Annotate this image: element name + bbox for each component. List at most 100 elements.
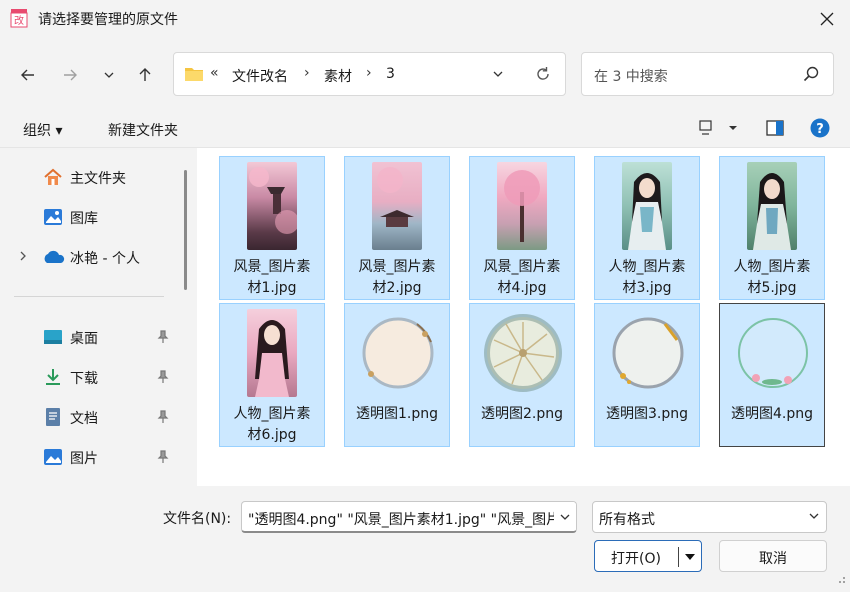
split-divider bbox=[678, 547, 679, 567]
refresh-button[interactable] bbox=[534, 65, 552, 87]
filename-dropdown[interactable] bbox=[554, 502, 576, 531]
back-button[interactable] bbox=[13, 60, 43, 90]
thumbnail bbox=[247, 309, 297, 397]
pin-icon[interactable] bbox=[157, 330, 169, 348]
file-name: 风景_图片素 材2.jpg bbox=[358, 259, 436, 296]
sidebar-item-pictures[interactable]: 图片 bbox=[0, 440, 176, 474]
file-item[interactable]: 人物_图片素 材6.jpg bbox=[219, 303, 325, 447]
search-icon[interactable] bbox=[803, 66, 819, 86]
sidebar-item-label: 图库 bbox=[70, 211, 98, 227]
close-button[interactable] bbox=[804, 0, 850, 38]
file-list: 风景_图片素 材1.jpg 风景_图片素 材2.jpg 风景_图片素 材4.jpg 人… bbox=[197, 148, 850, 486]
sidebar-item-documents[interactable]: 文档 bbox=[0, 400, 176, 434]
sidebar-item-label: 桌面 bbox=[70, 331, 98, 347]
pictures-icon bbox=[43, 447, 63, 467]
filename-value[interactable]: "透明图4.png" "风景_图片素材1.jpg" "风景_图片素材2.jpg" bbox=[248, 509, 576, 529]
thumbnail bbox=[357, 312, 439, 394]
chevron-down-icon bbox=[683, 547, 697, 567]
thumbnail bbox=[497, 162, 547, 250]
address-overflow[interactable]: « bbox=[210, 65, 219, 81]
new-folder-button[interactable]: 新建文件夹 bbox=[108, 120, 178, 140]
chevron-right-icon[interactable]: › bbox=[366, 65, 372, 81]
up-button[interactable] bbox=[130, 60, 160, 90]
address-bar[interactable]: « 文件改名 › 素材 › 3 bbox=[173, 52, 566, 96]
thumbnail bbox=[372, 162, 422, 250]
file-item[interactable]: 透明图2.png bbox=[469, 303, 575, 447]
pin-icon[interactable] bbox=[157, 370, 169, 388]
sidebar-item-onedrive[interactable]: 冰艳 - 个人 bbox=[0, 240, 176, 274]
title-bar: 改 请选择要管理的原文件 bbox=[0, 0, 850, 38]
app-icon: 改 bbox=[10, 8, 28, 28]
refresh-icon bbox=[537, 67, 549, 80]
open-options-dropdown[interactable] bbox=[683, 547, 697, 571]
search-placeholder[interactable]: 在 3 中搜索 bbox=[594, 66, 668, 86]
file-name: 人物_图片素 材3.jpg bbox=[608, 259, 686, 296]
sidebar-divider bbox=[14, 296, 164, 297]
desktop-icon bbox=[43, 327, 63, 347]
file-name: 风景_图片素 材1.jpg bbox=[233, 259, 311, 296]
sidebar-item-gallery[interactable]: 图库 bbox=[0, 200, 176, 234]
cancel-button[interactable]: 取消 bbox=[719, 540, 827, 572]
expand-chevron-icon[interactable] bbox=[18, 250, 28, 266]
thumbnail bbox=[622, 162, 672, 250]
back-arrow-icon bbox=[21, 69, 34, 81]
file-item[interactable]: 人物_图片素 材5.jpg bbox=[719, 156, 825, 300]
chevron-down-icon[interactable] bbox=[808, 510, 820, 526]
resize-grip-icon[interactable] bbox=[836, 572, 846, 588]
preview-pane-button[interactable] bbox=[766, 120, 784, 140]
help-icon: ? bbox=[810, 118, 830, 138]
window-title: 请选择要管理的原文件 bbox=[38, 12, 178, 28]
sidebar-item-home[interactable]: 主文件夹 bbox=[0, 160, 176, 194]
pin-icon[interactable] bbox=[157, 450, 169, 468]
file-name: 透明图4.png bbox=[730, 406, 813, 422]
breadcrumb-item[interactable]: 素材 bbox=[324, 66, 352, 86]
chevron-down-icon bbox=[560, 514, 570, 520]
sidebar-item-label: 主文件夹 bbox=[70, 171, 126, 187]
filename-input[interactable]: "透明图4.png" "风景_图片素材1.jpg" "风景_图片素材2.jpg" bbox=[241, 501, 577, 533]
search-box[interactable]: 在 3 中搜索 bbox=[581, 52, 834, 96]
thumbnail bbox=[732, 312, 814, 394]
svg-text:?: ? bbox=[816, 122, 824, 137]
view-icon bbox=[699, 120, 737, 135]
chevron-right-icon[interactable]: › bbox=[304, 65, 310, 81]
file-item[interactable]: 透明图1.png bbox=[344, 303, 450, 447]
pin-icon[interactable] bbox=[157, 410, 169, 428]
file-item[interactable]: 透明图3.png bbox=[594, 303, 700, 447]
sidebar-scrollbar[interactable] bbox=[184, 170, 187, 290]
organize-menu[interactable]: 组织 ▾ bbox=[23, 120, 62, 140]
chevron-down-icon bbox=[104, 72, 114, 78]
file-item[interactable]: 透明图4.png bbox=[719, 303, 825, 447]
folder-icon bbox=[184, 66, 204, 86]
svg-text:改: 改 bbox=[14, 14, 24, 27]
file-name: 透明图1.png bbox=[355, 406, 438, 422]
sidebar-item-downloads[interactable]: 下载 bbox=[0, 360, 176, 394]
forward-button[interactable] bbox=[55, 60, 85, 90]
thumbnail bbox=[482, 312, 564, 394]
help-button[interactable]: ? bbox=[810, 118, 830, 142]
recent-locations-button[interactable] bbox=[94, 60, 124, 90]
open-button-label: 打开(O) bbox=[611, 551, 661, 567]
forward-arrow-icon bbox=[64, 69, 77, 81]
file-name: 透明图3.png bbox=[605, 406, 688, 422]
preview-pane-icon bbox=[766, 120, 784, 136]
dialog-footer: 文件名(N): "透明图4.png" "风景_图片素材1.jpg" "风景_图片… bbox=[0, 486, 850, 592]
address-dropdown[interactable] bbox=[492, 68, 504, 84]
command-bar: 组织 ▾ 新建文件夹 ? bbox=[0, 108, 850, 148]
sidebar-item-desktop[interactable]: 桌面 bbox=[0, 320, 176, 354]
file-item[interactable]: 风景_图片素 材2.jpg bbox=[344, 156, 450, 300]
file-item[interactable]: 人物_图片素 材3.jpg bbox=[594, 156, 700, 300]
gallery-icon bbox=[43, 207, 63, 227]
navigation-bar: « 文件改名 › 素材 › 3 在 3 中搜索 bbox=[0, 38, 850, 108]
file-type-select[interactable]: 所有格式 bbox=[592, 501, 827, 533]
view-options-button[interactable] bbox=[699, 120, 739, 140]
download-icon bbox=[43, 367, 63, 387]
open-button[interactable]: 打开(O) bbox=[594, 540, 702, 572]
file-item[interactable]: 风景_图片素 材4.jpg bbox=[469, 156, 575, 300]
chevron-down-icon bbox=[493, 71, 503, 77]
onedrive-icon bbox=[43, 247, 65, 267]
sidebar-item-label: 文档 bbox=[70, 411, 98, 427]
thumbnail bbox=[247, 162, 297, 250]
breadcrumb-item[interactable]: 3 bbox=[386, 66, 395, 82]
breadcrumb-item[interactable]: 文件改名 bbox=[232, 66, 288, 86]
file-item[interactable]: 风景_图片素 材1.jpg bbox=[219, 156, 325, 300]
